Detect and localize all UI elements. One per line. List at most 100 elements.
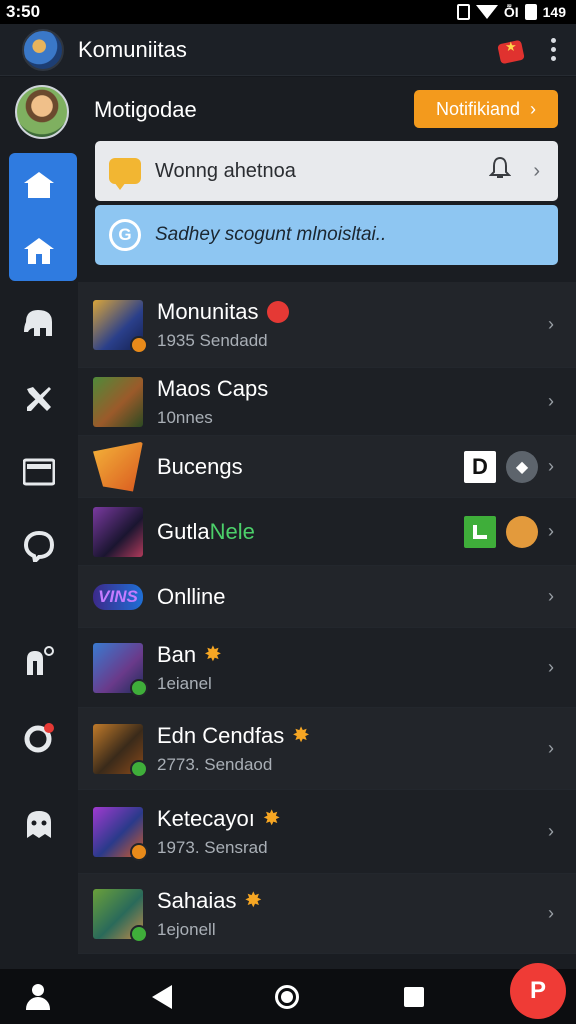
status-dot	[130, 924, 148, 943]
thumbnail	[93, 441, 143, 492]
status-icons: ȬI 149	[456, 4, 566, 20]
overflow-menu-icon[interactable]	[545, 34, 562, 65]
chevron-right-icon[interactable]: ›	[548, 521, 554, 542]
thumbnail	[93, 806, 148, 861]
announcement-card[interactable]: G Sadhey scogunt mlnoisltai..	[95, 205, 558, 265]
star-badge-icon: ✸	[262, 807, 281, 830]
list-item[interactable]: Edn Cendfas ✸ 2773. Sendaod ›	[78, 708, 576, 790]
thumbnail	[93, 299, 148, 354]
status-dot	[130, 842, 148, 861]
chevron-right-icon: ›	[530, 98, 537, 119]
list-item-title-accent: Nele	[209, 518, 255, 544]
ghost-icon[interactable]	[21, 807, 57, 841]
top-app-bar: Komuniitas ★	[0, 24, 576, 76]
status-dot	[130, 759, 148, 778]
bell-icon[interactable]	[488, 156, 512, 186]
chevron-right-icon[interactable]: ›	[548, 456, 554, 477]
direction-icon: ◆	[506, 450, 538, 483]
pin-icon[interactable]	[21, 645, 57, 679]
battery-icon	[524, 4, 537, 20]
back-icon[interactable]	[150, 969, 174, 1024]
elephant-icon[interactable]	[21, 306, 57, 340]
list-item-title: Monunitas	[157, 298, 259, 324]
list-item-subtitle: 10nnes	[157, 407, 213, 427]
announcement-icon: G	[109, 219, 141, 251]
system-nav-bar: P	[0, 962, 576, 1024]
notifications-button-label: Notifikiand	[435, 98, 521, 119]
list-item-subtitle: 1eianel	[157, 673, 212, 693]
list-item-title: Maos Caps	[157, 375, 269, 401]
section-title: Motigodae	[94, 97, 197, 122]
status-dot	[130, 678, 148, 697]
signal-text: ȬI	[503, 4, 519, 20]
announcement-text: Sadhey scogunt mlnoisltai..	[155, 224, 387, 245]
battery-text: 149	[542, 4, 566, 20]
status-bar: 3:50 ȬI 149	[0, 0, 576, 24]
list-item[interactable]: Bucengs D ◆ ›	[78, 436, 576, 498]
chevron-right-icon[interactable]: ›	[548, 738, 554, 759]
list-item-title: Bucengs	[157, 453, 243, 479]
list-item-subtitle: 2773. Sendaod	[157, 754, 273, 774]
tools-icon[interactable]	[21, 382, 57, 416]
message-icon	[109, 158, 141, 190]
chat-bubble-icon[interactable]	[21, 529, 57, 563]
thumbnail	[93, 506, 143, 557]
home-alt-icon[interactable]	[21, 234, 57, 268]
left-rail	[0, 77, 78, 969]
compose-fab[interactable]: P	[510, 962, 566, 1019]
user-avatar[interactable]	[15, 85, 69, 139]
status-dot	[130, 335, 148, 354]
chevron-right-icon[interactable]: ›	[548, 903, 554, 924]
chevron-right-icon[interactable]: ›	[548, 314, 554, 335]
card-icon[interactable]	[21, 455, 57, 489]
message-card[interactable]: Wonng ahetnoa ›	[95, 141, 558, 201]
app-logo-avatar[interactable]	[22, 28, 64, 71]
online-logo: VINS	[93, 583, 143, 610]
fab-label: P	[510, 962, 566, 1019]
top-actions: ★	[497, 34, 562, 65]
red-emoji-icon	[266, 300, 289, 323]
list-item-title: Ban	[157, 641, 197, 667]
star-badge-icon: ✸	[244, 889, 263, 912]
notification-badge-icon[interactable]: ★	[497, 36, 527, 64]
cookie-icon	[506, 515, 538, 548]
app-title: Komuniitas	[78, 36, 187, 62]
chevron-right-icon[interactable]: ›	[548, 586, 554, 607]
home-icon[interactable]	[21, 168, 57, 202]
refresh-icon[interactable]	[21, 721, 57, 755]
list-item[interactable]: Gutla Nele ›	[78, 498, 576, 566]
list-item[interactable]: Ketecayoı ✸ 1973. Sensrad ›	[78, 790, 576, 874]
list-item-title: Edn Cendfas	[157, 722, 285, 748]
green-app-icon	[464, 515, 496, 548]
list-item[interactable]: Ban ✸ 1eianel ›	[78, 628, 576, 708]
profile-icon[interactable]	[24, 969, 52, 1024]
chevron-right-icon[interactable]: ›	[548, 657, 554, 678]
list-item-title: Sahaias	[157, 887, 237, 913]
star-badge-icon: ✸	[204, 643, 222, 666]
list-item[interactable]: Maos Caps 10nnes ›	[78, 368, 576, 436]
thumbnail	[93, 376, 143, 427]
wifi-icon	[475, 5, 498, 19]
home-nav-icon[interactable]	[273, 969, 301, 1024]
list-item[interactable]: VINS Onlline ›	[78, 566, 576, 628]
community-list: Monunitas 1935 Sendadd › Maos Caps 10nne…	[78, 282, 576, 954]
thumbnail	[93, 888, 148, 943]
recents-icon[interactable]	[402, 969, 426, 1024]
list-item[interactable]: Sahaias ✸ 1ejonell ›	[78, 874, 576, 954]
notifications-button[interactable]: Notifikiand ›	[414, 90, 558, 128]
chevron-right-icon[interactable]: ›	[548, 821, 554, 842]
list-item-title: Onlline	[157, 583, 226, 609]
list-item-subtitle: 1ejonell	[157, 919, 216, 939]
status-time: 3:50	[6, 2, 41, 21]
list-item-subtitle: 1935 Sendadd	[157, 330, 268, 350]
game-badge-icon: D	[464, 450, 496, 483]
chevron-right-icon: ›	[533, 159, 540, 182]
list-item-title: Gutla	[157, 518, 210, 544]
chevron-right-icon[interactable]: ›	[548, 391, 554, 412]
thumbnail	[93, 642, 148, 697]
list-item-subtitle: 1973. Sensrad	[157, 837, 268, 857]
list-item-title: Ketecayoı	[157, 805, 255, 831]
main-content: Motigodae Notifikiand › Wonng ahetnoa › …	[78, 77, 576, 969]
list-item[interactable]: Monunitas 1935 Sendadd ›	[78, 282, 576, 368]
star-badge-icon: ✸	[292, 724, 310, 747]
